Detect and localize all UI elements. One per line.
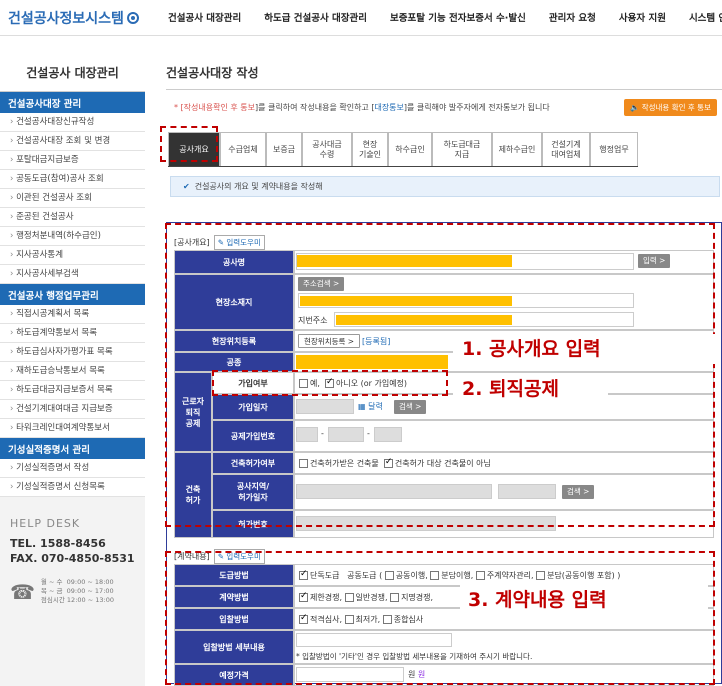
page: { "header": { "logo": "건설공사정보시스템", "nav"… [0,0,722,686]
tab-item[interactable]: 행정업무 [590,132,638,166]
nav-item[interactable]: 건설공사 대장관리 [168,10,241,24]
sidebar-section-header[interactable]: 기성실적증명서 관리 [0,438,145,459]
retirement-highlight-box [212,370,448,396]
check-icon: ✔ [183,182,190,191]
help-desk-fax: FAX. 070-4850-8531 [10,552,135,565]
notice-red: 작성내용확인 후 통보 [183,103,255,112]
help-desk-tel: TEL. 1588-8456 [10,537,106,550]
hours-label: 월 ~ 수 [40,578,63,586]
sidebar-item[interactable]: 하도급대금지급보증서 목록 [0,381,145,400]
sidebar: 건설공사 대장관리 건설공사대장 관리건설공사대장신규작성건설공사대장 조회 및… [0,44,145,686]
help-desk-hours: ☎ 월 ~ 수 09:00 ~ 18:00 목 ~ 금 09:00 ~ 17:0… [10,578,135,605]
annotation-contract: 3. 계약내용 입력 [468,589,607,611]
notice-text: * [작성내용확인 후 통보]를 클릭하여 작성내용을 확인하고 [대장통보]를… [174,102,550,113]
phone-icon: ☎ [10,579,35,604]
sidebar-item[interactable]: 지사공사세부검색 [0,265,145,284]
sidebar-item[interactable]: 건설기계대여대금 지급보증 [0,400,145,419]
annotation-retirement: 2. 퇴직공제 [462,378,559,400]
tab-item[interactable]: 건설기계 대여업체 [542,132,590,166]
sidebar-item[interactable]: 직접시공계획서 목록 [0,305,145,324]
sidebar-item[interactable]: 이관된 건설공사 조회 [0,189,145,208]
hours-value: 12:00 ~ 13:00 [66,596,114,604]
tab-item[interactable]: 제하수급인 [492,132,542,166]
notice-mid: ]를 클릭하여 작성내용을 확인하고 [ [255,103,375,112]
nav-item[interactable]: 사용자 지원 [619,10,666,24]
sidebar-item[interactable]: 포탈대금지급보증 [0,151,145,170]
nav-item[interactable]: 보증포탈 기능 전자보증서 수·발신 [390,10,526,24]
tab-item[interactable]: 하수급인 [388,132,432,166]
sidebar-item[interactable]: 재하도급승낙통보서 목록 [0,362,145,381]
sidebar-item[interactable]: 기성실적증명서 작성 [0,459,145,478]
tab-item[interactable]: 공사대금 수령 [302,132,352,166]
page-title: 건설공사대장 작성 [166,66,259,80]
info-bar: ✔ 건설공사의 개요 및 계약내용을 작성해 [170,176,720,197]
sidebar-item[interactable]: 공동도급(참여)공사 조회 [0,170,145,189]
help-desk-title: HELP DESK [10,517,81,530]
contract-highlight-box [165,551,715,685]
sidebar-section-header[interactable]: 건설공사 행정업무관리 [0,284,145,305]
sidebar-menu: 건설공사대장 관리건설공사대장신규작성건설공사대장 조회 및 변경포탈대금지급보… [0,92,145,497]
hours-value: 09:00 ~ 17:00 [66,587,114,595]
notice-suffix: ]를 클릭해야 발주자에게 전자통보가 됩니다 [403,103,550,112]
hours-table: 월 ~ 수 09:00 ~ 18:00 목 ~ 금 09:00 ~ 17:00 … [41,578,114,605]
sidebar-item[interactable]: 행정처분내역(하수급인) [0,227,145,246]
tab-item[interactable]: 보증금 [266,132,302,166]
help-desk: HELP DESK TEL. 1588-8456 FAX. 070-4850-8… [0,517,145,605]
sidebar-item[interactable]: 건설공사대장신규작성 [0,113,145,132]
sidebar-item[interactable]: 기성실적증명서 신청목록 [0,478,145,497]
sidebar-item[interactable]: 타워크레인대여계약통보서 [0,419,145,438]
confirm-notify-button[interactable]: 🔈 작성내용 확인 후 통보 [624,99,717,116]
tab-highlight-box [160,126,218,162]
sidebar-section-header[interactable]: 건설공사대장 관리 [0,92,145,113]
speaker-icon: 🔈 [630,103,640,112]
annotation-overview: 1. 공사개요 입력 [462,338,601,360]
notice-prefix: * [ [174,103,184,112]
logo-text: 건설공사정보시스템 [8,11,124,27]
nav-item[interactable]: 시스템 안내 [689,10,722,24]
info-text: 건설공사의 개요 및 계약내용을 작성해 [194,182,323,191]
sidebar-title: 건설공사 대장관리 [0,44,145,92]
sidebar-item[interactable]: 준공된 건설공사 [0,208,145,227]
hours-label: 점심시간 [40,596,65,604]
site-logo[interactable]: 건설공사정보시스템 [8,8,139,28]
notice-blue: 대장통보 [374,103,404,112]
confirm-notify-label: 작성내용 확인 후 통보 [641,103,711,112]
sidebar-item[interactable]: 하도급계약통보서 목록 [0,324,145,343]
tab-item[interactable]: 현장 기술인 [352,132,388,166]
top-bar: 건설공사정보시스템 건설공사 대장관리 하도급 건설공사 대장관리 보증포탈 기능 … [0,0,722,36]
sidebar-item[interactable]: 건설공사대장 조회 및 변경 [0,132,145,151]
tab-item[interactable]: 수급업체 [220,132,266,166]
nav-item[interactable]: 하도급 건설공사 대장관리 [264,10,367,24]
nav-item[interactable]: 관리자 요청 [549,10,596,24]
global-nav: 건설공사 대장관리 하도급 건설공사 대장관리 보증포탈 기능 전자보증서 수·발신… [168,10,722,24]
hours-label: 목 ~ 금 [40,587,63,595]
sidebar-item[interactable]: 하도급심사자가평가표 목록 [0,343,145,362]
sidebar-item[interactable]: 지사공사통계 [0,246,145,265]
tab-item[interactable]: 하도급대금 지급 [432,132,492,166]
logo-emblem-icon [126,12,139,24]
tab-bar: 공사개요 수급업체 보증금 공사대금 수령 현장 기술인 하수급인 하도급대금 지급 제하수급… [168,132,638,167]
hours-value: 09:00 ~ 18:00 [66,578,114,586]
title-divider [166,89,722,90]
